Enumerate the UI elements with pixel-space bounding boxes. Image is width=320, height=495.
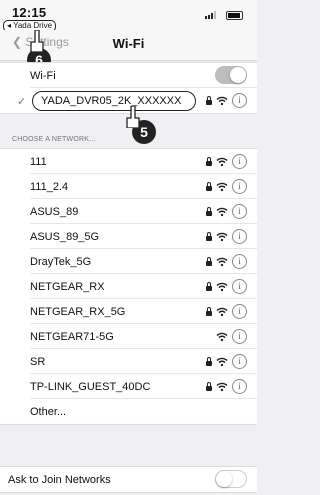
wifi-toggle-row: Wi-Fi bbox=[0, 63, 257, 88]
battery-icon bbox=[226, 11, 243, 20]
lock-icon bbox=[206, 256, 212, 266]
pointing-hand-icon bbox=[30, 30, 44, 52]
other-network-row[interactable]: Other... bbox=[0, 399, 257, 424]
lock-icon bbox=[206, 206, 212, 216]
lock-icon bbox=[206, 356, 212, 366]
checkmark-icon: ✓ bbox=[17, 96, 27, 108]
choose-network-header: CHOOSE A NETWORK... bbox=[12, 136, 96, 143]
network-row[interactable]: 111 i bbox=[0, 149, 257, 174]
wifi-signal-icon bbox=[216, 207, 228, 216]
network-row[interactable]: TP-LINK_GUEST_40DC i bbox=[0, 374, 257, 399]
ask-join-section: Ask to Join Networks bbox=[0, 466, 257, 493]
network-name: ASUS_89 bbox=[30, 206, 79, 218]
network-row[interactable]: NETGEAR_RX_5G i bbox=[0, 299, 257, 324]
network-row[interactable]: 111_2.4 i bbox=[0, 174, 257, 199]
lock-icon bbox=[206, 281, 212, 291]
info-icon[interactable]: i bbox=[232, 329, 247, 344]
lock-icon bbox=[206, 381, 212, 391]
wifi-signal-icon bbox=[216, 96, 228, 105]
network-row[interactable]: NETGEAR_RX i bbox=[0, 274, 257, 299]
network-name: ASUS_89_5G bbox=[30, 231, 100, 243]
network-highlight bbox=[32, 91, 196, 111]
network-name: SR bbox=[30, 356, 46, 368]
network-row[interactable]: DrayTek_5G i bbox=[0, 249, 257, 274]
network-name: NETGEAR_RX bbox=[30, 281, 105, 293]
wifi-signal-icon bbox=[216, 182, 228, 191]
ask-join-toggle[interactable] bbox=[215, 470, 247, 488]
network-list: 111 i 111_2.4 i ASUS_89 i ASUS_89_5G i D… bbox=[0, 148, 257, 425]
wifi-signal-icon bbox=[216, 332, 228, 341]
wifi-signal-icon bbox=[216, 257, 228, 266]
network-row[interactable]: ASUS_89 i bbox=[0, 199, 257, 224]
wifi-signal-icon bbox=[216, 232, 228, 241]
clock: 12:15 bbox=[12, 5, 47, 20]
info-icon[interactable]: i bbox=[232, 304, 247, 319]
wifi-signal-icon bbox=[216, 307, 228, 316]
network-name: DrayTek_5G bbox=[30, 256, 92, 268]
info-icon[interactable]: i bbox=[232, 354, 247, 369]
lock-icon bbox=[206, 306, 212, 316]
pointing-hand-icon bbox=[126, 106, 140, 128]
ask-join-row: Ask to Join Networks bbox=[0, 467, 257, 492]
status-bar: 12:15 ◂ Yada Drive bbox=[0, 0, 257, 32]
wifi-signal-icon bbox=[216, 282, 228, 291]
info-icon[interactable]: i bbox=[232, 204, 247, 219]
network-row[interactable]: SR i bbox=[0, 349, 257, 374]
lock-icon bbox=[206, 95, 212, 105]
info-icon[interactable]: i bbox=[232, 154, 247, 169]
info-icon[interactable]: i bbox=[232, 279, 247, 294]
wifi-signal-icon bbox=[216, 157, 228, 166]
lock-icon bbox=[206, 181, 212, 191]
wifi-signal-icon bbox=[216, 357, 228, 366]
info-icon[interactable]: i bbox=[232, 379, 247, 394]
network-name: NETGEAR71-5G bbox=[30, 331, 114, 343]
wifi-signal-icon bbox=[216, 382, 228, 391]
info-icon[interactable]: i bbox=[232, 229, 247, 244]
network-name: NETGEAR_RX_5G bbox=[30, 306, 126, 318]
other-label: Other... bbox=[30, 406, 67, 418]
ask-join-label: Ask to Join Networks bbox=[8, 474, 111, 486]
info-icon[interactable]: i bbox=[232, 93, 247, 108]
info-icon[interactable]: i bbox=[232, 254, 247, 269]
wifi-toggle[interactable] bbox=[215, 66, 247, 84]
wifi-label: Wi-Fi bbox=[30, 70, 56, 82]
network-row[interactable]: NETGEAR71-5G i bbox=[0, 324, 257, 349]
network-row[interactable]: ASUS_89_5G i bbox=[0, 224, 257, 249]
lock-icon bbox=[206, 156, 212, 166]
network-name: TP-LINK_GUEST_40DC bbox=[30, 381, 151, 393]
network-name: 111 bbox=[30, 156, 47, 168]
info-icon[interactable]: i bbox=[232, 179, 247, 194]
signal-icon bbox=[205, 11, 216, 19]
network-name: 111_2.4 bbox=[30, 181, 69, 193]
lock-icon bbox=[206, 231, 212, 241]
